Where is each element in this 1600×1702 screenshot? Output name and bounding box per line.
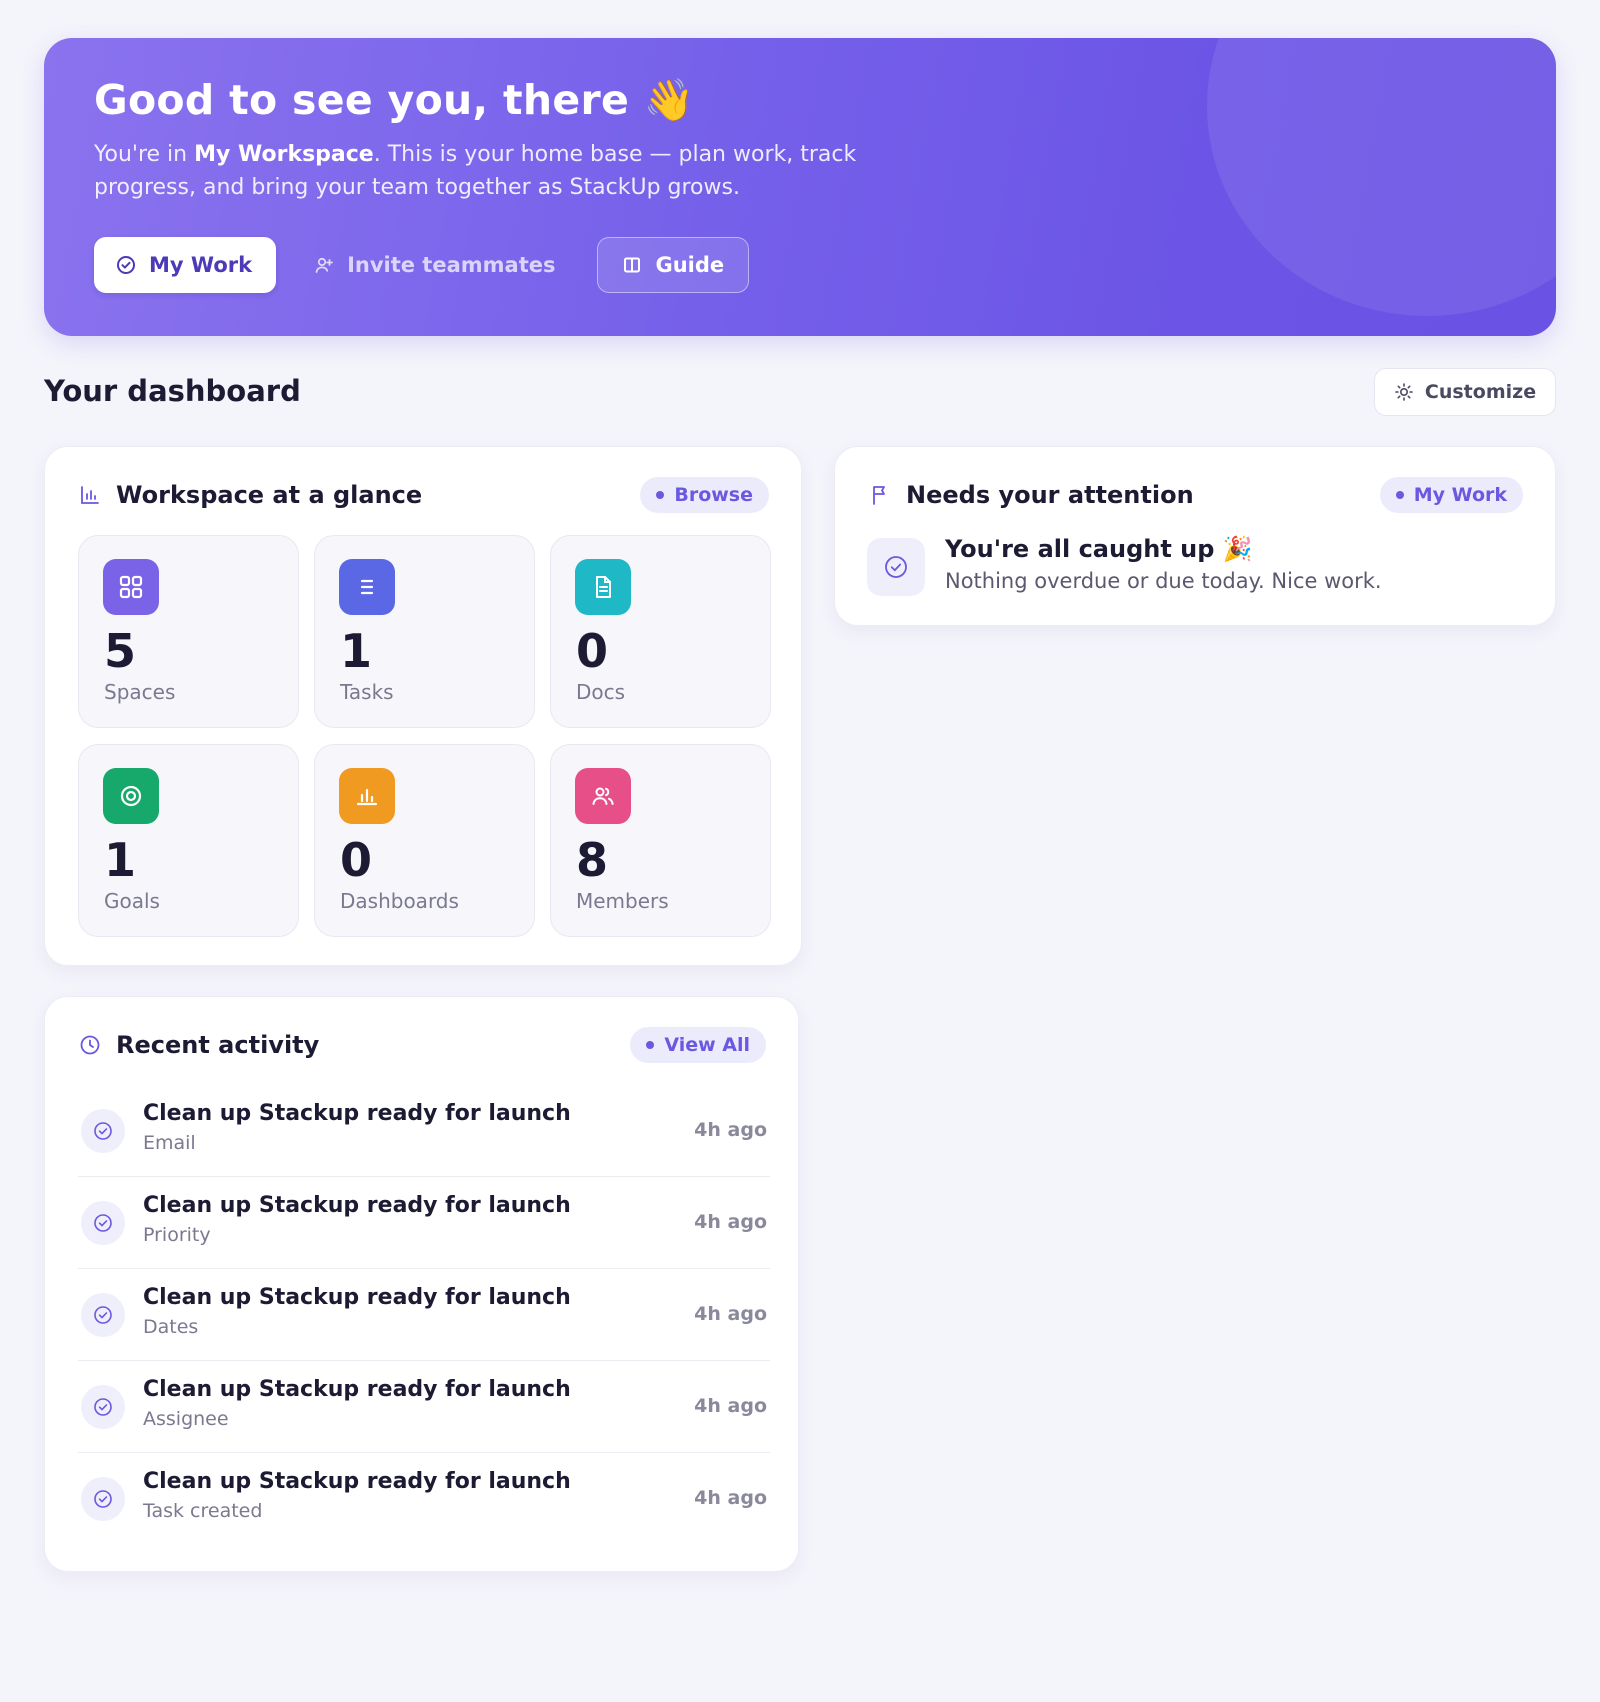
guide-label: Guide (655, 253, 725, 277)
dot-icon (1395, 491, 1404, 499)
bar-chart-icon (79, 484, 101, 506)
activity-item-time: 4h ago (694, 1487, 767, 1509)
welcome-title: Good to see you, there 👋 (94, 76, 696, 124)
dashboard-title: Your dashboard (44, 374, 301, 408)
stat-value: 1 (340, 624, 373, 678)
caught-up-title: You're all caught up 🎉 (945, 535, 1253, 563)
stat-label: Spaces (104, 680, 176, 704)
activity-item-title: Clean up Stackup ready for launch (143, 1193, 571, 1218)
caught-up-subtitle: Nothing overdue or due today. Nice work. (945, 569, 1382, 593)
target-icon (103, 768, 159, 824)
activity-item-title: Clean up Stackup ready for launch (143, 1101, 571, 1126)
activity-item-subtitle: Email (143, 1132, 196, 1154)
stat-label: Members (576, 889, 669, 913)
dot-icon (646, 1041, 655, 1049)
check-circle-icon (81, 1201, 125, 1245)
activity-item-time: 4h ago (694, 1119, 767, 1141)
activity-item[interactable]: Clean up Stackup ready for launch Dates … (78, 1269, 770, 1361)
recent-activity-card: Recent activity View All Clean up Stacku… (44, 996, 799, 1572)
stat-label: Goals (104, 889, 160, 913)
customize-button[interactable]: Customize (1374, 368, 1556, 416)
attention-title: Needs your attention (906, 481, 1194, 509)
guide-button[interactable]: Guide (597, 237, 750, 293)
activity-list: Clean up Stackup ready for launch Email … (78, 1085, 770, 1545)
dot-icon (656, 491, 665, 499)
book-icon (622, 255, 642, 275)
activity-item-subtitle: Priority (143, 1224, 211, 1246)
attention-card: Needs your attention My Work You're all … (834, 446, 1556, 626)
stat-value: 1 (104, 833, 137, 887)
stat-tasks[interactable]: 1 Tasks (314, 535, 535, 728)
user-plus-icon (314, 255, 334, 275)
stat-value: 8 (576, 833, 609, 887)
welcome-subtitle: You're in My Workspace. This is your hom… (94, 142, 857, 200)
view-all-label: View All (664, 1034, 750, 1056)
workspace-glance-card: Workspace at a glance Browse 5 Spaces 1 … (44, 446, 802, 966)
glance-title: Workspace at a glance (116, 481, 423, 509)
browse-button[interactable]: Browse (640, 477, 769, 513)
view-all-button[interactable]: View All (630, 1027, 766, 1063)
users-icon (575, 768, 631, 824)
check-circle-icon (81, 1385, 125, 1429)
stat-label: Dashboards (340, 889, 459, 913)
customize-label: Customize (1424, 381, 1537, 403)
activity-item-time: 4h ago (694, 1303, 767, 1325)
stat-value: 5 (104, 624, 137, 678)
activity-item-title: Clean up Stackup ready for launch (143, 1377, 571, 1402)
activity-item-time: 4h ago (694, 1395, 767, 1417)
my-work-button[interactable]: My Work (94, 237, 277, 293)
my-work-label: My Work (149, 253, 253, 277)
activity-item-title: Clean up Stackup ready for launch (143, 1469, 571, 1494)
check-circle-icon (81, 1293, 125, 1337)
activity-item-time: 4h ago (694, 1211, 767, 1233)
check-circle-icon (116, 255, 136, 275)
activity-item-subtitle: Assignee (143, 1408, 229, 1430)
attention-my-work-button[interactable]: My Work (1379, 477, 1523, 513)
activity-item[interactable]: Clean up Stackup ready for launch Task c… (78, 1453, 770, 1545)
activity-item[interactable]: Clean up Stackup ready for launch Assign… (78, 1361, 770, 1453)
activity-title: Recent activity (116, 1031, 320, 1059)
invite-teammates-label: Invite teammates (347, 253, 556, 277)
invite-teammates-button[interactable]: Invite teammates (296, 237, 577, 293)
check-circle-icon (81, 1109, 125, 1153)
document-icon (575, 559, 631, 615)
check-circle-icon (867, 538, 925, 596)
stat-docs[interactable]: 0 Docs (550, 535, 771, 728)
bar-chart-icon (339, 768, 395, 824)
workspace-name: My Workspace (194, 142, 374, 167)
browse-label: Browse (674, 484, 753, 506)
stat-value: 0 (576, 624, 609, 678)
clock-icon (79, 1034, 101, 1056)
stat-label: Tasks (340, 680, 394, 704)
stat-goals[interactable]: 1 Goals (78, 744, 299, 937)
stat-members[interactable]: 8 Members (550, 744, 771, 937)
stat-spaces[interactable]: 5 Spaces (78, 535, 299, 728)
list-icon (339, 559, 395, 615)
sun-settings-icon (1394, 382, 1414, 402)
stat-label: Docs (576, 680, 626, 704)
activity-item[interactable]: Clean up Stackup ready for launch Email … (78, 1085, 770, 1177)
activity-item-title: Clean up Stackup ready for launch (143, 1285, 571, 1310)
grid-icon (103, 559, 159, 615)
stat-value: 0 (340, 833, 373, 887)
welcome-banner: Good to see you, there 👋 You're in My Wo… (44, 38, 1556, 336)
check-circle-icon (81, 1477, 125, 1521)
activity-item-subtitle: Task created (143, 1500, 263, 1522)
activity-item[interactable]: Clean up Stackup ready for launch Priori… (78, 1177, 770, 1269)
stat-dashboards[interactable]: 0 Dashboards (314, 744, 535, 937)
flag-icon (869, 484, 891, 506)
activity-item-subtitle: Dates (143, 1316, 199, 1338)
banner-decoration-circle (1207, 38, 1556, 316)
attention-my-work-label: My Work (1413, 484, 1507, 506)
